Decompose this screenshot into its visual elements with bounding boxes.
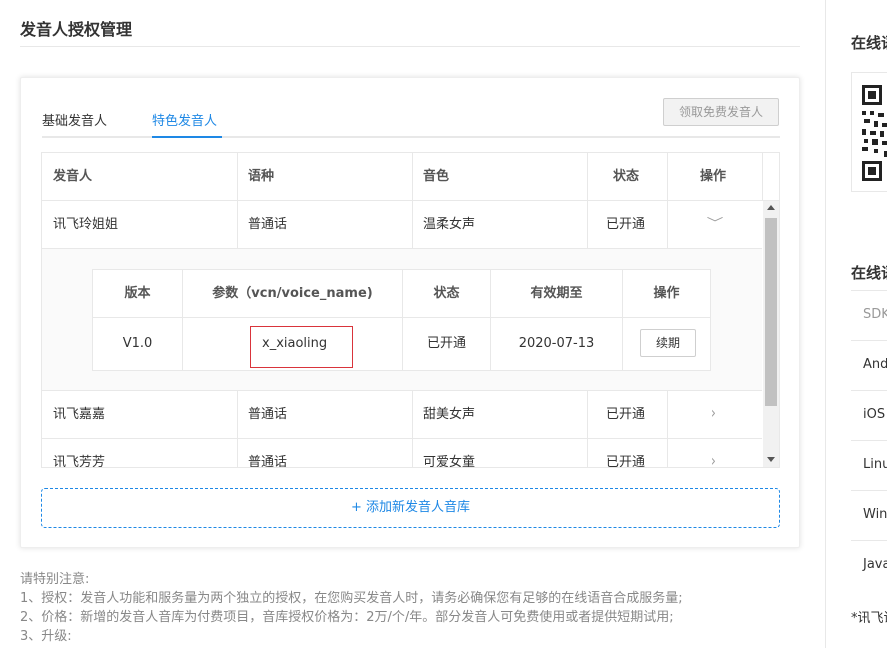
row-status: 已开通 [606,407,646,422]
sidebar-title: 在线语 [851,34,887,52]
title-divider [20,46,800,47]
row-speaker: 讯飞芳芳 [53,455,106,468]
header-param: 参数（vcn/voice_name) [212,286,373,301]
sdk-list: SDK Android iOS Linux Windows Java [851,290,887,590]
active-tab-indicator [152,136,222,138]
sdk-item-header: SDK [851,290,887,340]
table-row[interactable]: 讯飞玲姐姐 普通话 温柔女声 已开通 ﹀ [42,201,762,249]
detail-expire-date: 2020-07-13 [518,336,595,351]
notice-heading: 请特别注意: [20,572,90,587]
qr-code-image [851,72,887,192]
table-scrollbar[interactable] [763,201,779,467]
tab-special-speaker[interactable]: 特色发音人 [152,110,217,129]
header-timbre: 音色 [423,169,450,184]
version-table: 版本 参数（vcn/voice_name) 状态 有效期至 操作 V1.0 x_… [92,269,711,371]
chevron-right-icon[interactable]: › [711,452,716,467]
chevron-down-icon[interactable]: ﹀ [707,214,724,231]
sdk-item-java[interactable]: Java [851,540,887,590]
sdk-item-windows[interactable]: Windows [851,490,887,540]
row-language: 普通话 [248,407,288,422]
table-row[interactable]: 讯飞芳芳 普通话 可爱女童 已开通 › [42,439,762,468]
notice-item: 1、授权：发音人功能和服务量为两个独立的授权，在您购买发音人时，请务必确保您有足… [20,591,683,606]
sidebar-footnote: *讯飞语 [851,611,887,626]
sdk-item-android[interactable]: Android [851,340,887,390]
speaker-table: 发音人 语种 音色 状态 操作 讯飞玲姐姐 普通话 温柔女声 已开通 ﹀ 版本 [41,152,780,468]
sdk-item-linux[interactable]: Linux [851,440,887,490]
sidebar-sdk-title: 在线语 [851,264,887,282]
row-language: 普通话 [248,455,288,468]
header-detail-status: 状态 [433,286,460,301]
row-status: 已开通 [606,217,646,232]
renew-button[interactable]: 续期 [640,329,696,357]
header-detail-action: 操作 [653,286,680,301]
notice-text: 请特别注意: 1、授权：发音人功能和服务量为两个独立的授权，在您购买发音人时，请… [20,570,810,646]
row-status: 已开通 [606,455,646,468]
scroll-up-arrow-icon[interactable] [767,205,775,210]
header-status: 状态 [613,169,640,184]
row-speaker: 讯飞玲姐姐 [53,217,119,232]
header-expire: 有效期至 [530,286,583,301]
scroll-down-arrow-icon[interactable] [767,457,775,462]
row-language: 普通话 [248,217,288,232]
detail-status: 已开通 [426,336,466,351]
header-action: 操作 [700,169,727,184]
row-timbre: 可爱女童 [423,455,476,468]
notice-item: 2、价格：新增的发音人音库为付费项目，音库授权价格为：2万/个/年。部分发音人可… [20,610,674,625]
get-free-speaker-button[interactable]: 领取免费发音人 [663,98,779,126]
tab-basic-speaker[interactable]: 基础发音人 [42,110,107,129]
speaker-card: 基础发音人 特色发音人 领取免费发音人 发音人 语种 音色 状态 操作 讯飞玲姐… [20,77,800,548]
row-timbre: 温柔女声 [423,217,476,232]
page-title: 发音人授权管理 [20,20,133,39]
header-speaker: 发音人 [53,169,93,184]
sdk-item-ios[interactable]: iOS [851,390,887,440]
add-speaker-library-button[interactable]: + 添加新发音人音库 [41,488,780,528]
detail-version: V1.0 [122,336,153,351]
chevron-right-icon[interactable]: › [711,404,716,422]
table-row[interactable]: 讯飞嘉嘉 普通话 甜美女声 已开通 › [42,391,762,439]
header-language: 语种 [248,169,275,184]
scrollbar-thumb[interactable] [765,218,777,406]
row-speaker: 讯飞嘉嘉 [53,407,106,422]
notice-item: 3、升级: [20,629,72,644]
voice-name-param: x_xiaoling [250,326,353,368]
row-timbre: 甜美女声 [423,407,476,422]
speaker-detail-panel: 版本 参数（vcn/voice_name) 状态 有效期至 操作 V1.0 x_… [42,249,762,391]
sidebar-divider [825,0,826,648]
table-header: 发音人 语种 音色 状态 操作 [42,153,779,201]
header-version: 版本 [124,286,151,301]
